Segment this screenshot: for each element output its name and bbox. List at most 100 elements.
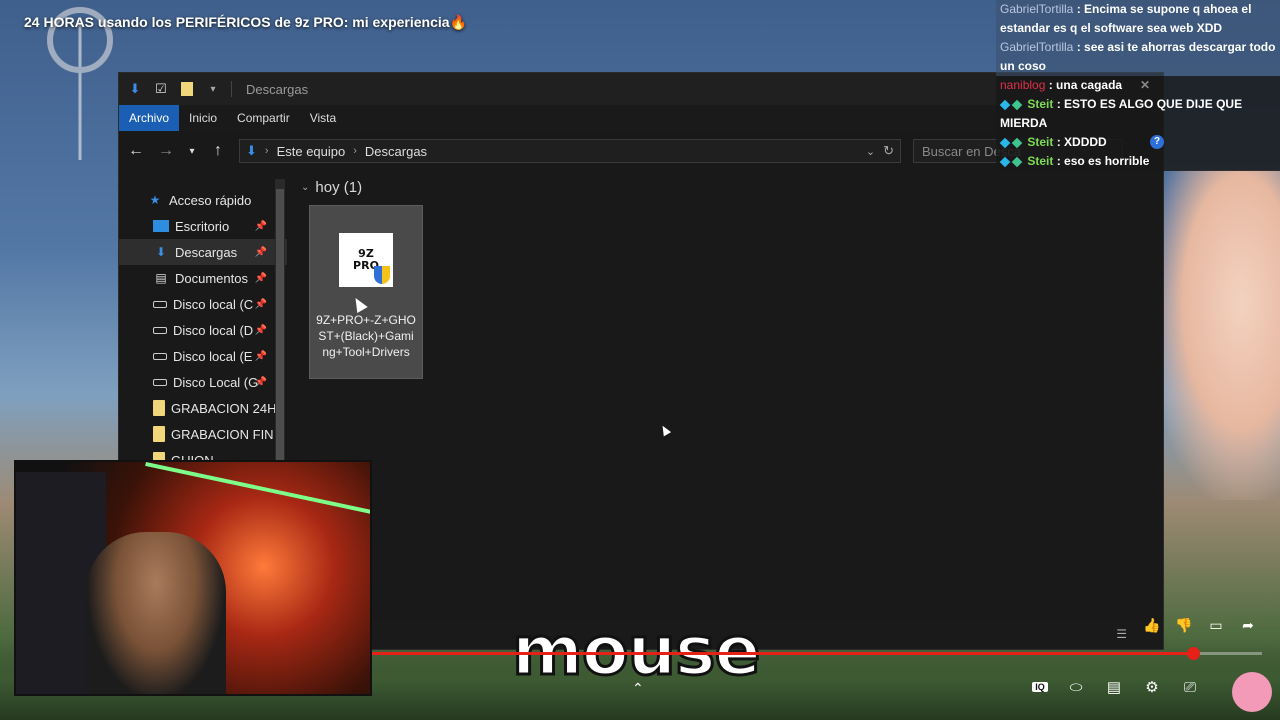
nav-item-escritorio[interactable]: Escritorio 📌 (119, 213, 287, 239)
moderator-badge-icon (1011, 99, 1023, 111)
shield-icon (374, 266, 390, 284)
nav-item-disco-d[interactable]: Disco local (D 📌 (119, 317, 287, 343)
subscriber-badge-icon (999, 156, 1011, 168)
nav-item-disco-e[interactable]: Disco local (E 📌 (119, 343, 287, 369)
chat-text: eso es horrible (1064, 154, 1150, 168)
cast-icon[interactable]: ⎚ (1180, 679, 1200, 696)
desktop-folder-icon (153, 220, 169, 232)
breadcrumb-este-equipo[interactable]: Este equipo (277, 144, 346, 159)
drive-icon (153, 300, 167, 308)
cloud-decoration (1150, 170, 1280, 500)
properties-icon[interactable]: ☑ (153, 81, 169, 97)
subscriber-badge-icon (999, 137, 1011, 149)
chat-username[interactable]: GabrielTortilla (1000, 40, 1073, 54)
new-folder-icon[interactable] (179, 81, 195, 97)
chat-text: una cagada (1056, 78, 1123, 92)
folder-icon (153, 426, 165, 442)
drive-icon (153, 378, 167, 386)
mouse-cursor-icon (658, 423, 672, 437)
video-title[interactable]: 24 HORAS usando los PERIFÉRICOS de 9z PR… (24, 14, 467, 31)
chat-username[interactable]: Steit (1027, 154, 1053, 168)
forward-arrow-icon[interactable]: → (157, 142, 175, 160)
scrollbar-thumb[interactable] (276, 189, 284, 469)
pin-icon[interactable]: 📌 (255, 325, 267, 336)
chat-username[interactable]: GabrielTortilla (1000, 2, 1073, 16)
pin-icon[interactable]: 📌 (255, 351, 267, 362)
nav-item-label: GRABACION FIN (171, 426, 274, 442)
video-actions: 👍 👎 ▭ ➦ (1142, 617, 1258, 634)
tab-vista[interactable]: Vista (300, 105, 346, 131)
help-icon[interactable]: ? (1150, 135, 1164, 149)
nav-item-documentos[interactable]: ▤ Documentos 📌 (119, 265, 287, 291)
comment-icon[interactable]: ▭ (1206, 617, 1226, 634)
progress-fill (372, 652, 1194, 655)
nav-item-label: Acceso rápido (169, 192, 252, 208)
nav-item-label: Escritorio (175, 218, 230, 234)
settings-gear-icon[interactable]: ⚙ (1142, 678, 1162, 696)
drive-icon (153, 326, 167, 334)
nav-item-descargas[interactable]: ⬇ Descargas 📌 (119, 239, 287, 265)
dislike-icon[interactable]: 👎 (1174, 617, 1194, 634)
chat-text: XDDDD (1064, 135, 1107, 149)
nav-item-grabacion-fin[interactable]: GRABACION FIN (119, 421, 287, 447)
chat-username[interactable]: Steit (1027, 135, 1053, 149)
webcam-overlay (14, 460, 372, 696)
subtitles-icon[interactable]: ▤ (1104, 678, 1124, 696)
document-icon: ▤ (155, 271, 167, 285)
close-icon[interactable]: ✕ (1140, 76, 1150, 95)
breadcrumb-descargas[interactable]: Descargas (365, 144, 427, 159)
chat-message: Steit : XDDDD ? (996, 133, 1280, 152)
live-chat-overlay: GabrielTortilla : Encima se supone q aho… (996, 0, 1280, 171)
folder-icon (153, 400, 165, 416)
download-arrow-icon[interactable]: ⬇ (127, 81, 143, 97)
nav-item-disco-c[interactable]: Disco local (C 📌 (119, 291, 287, 317)
back-arrow-icon[interactable]: ← (127, 142, 145, 160)
breadcrumb-separator-icon[interactable]: › (265, 145, 269, 157)
tab-compartir[interactable]: Compartir (227, 105, 300, 131)
share-icon[interactable]: ➦ (1238, 617, 1258, 634)
kirby-avatar-icon (1232, 672, 1272, 712)
details-view-icon[interactable]: ☰ (1116, 627, 1127, 641)
group-header-label: hoy (1) (315, 179, 363, 196)
pin-icon[interactable]: 📌 (255, 377, 267, 388)
moderator-badge-icon (1011, 137, 1023, 149)
pin-icon[interactable]: 📌 (255, 247, 267, 258)
pin-icon[interactable]: 📌 (255, 273, 267, 284)
nav-item-label: Disco local (E (173, 348, 253, 364)
nav-item-grabacion-24h[interactable]: GRABACION 24H (119, 395, 287, 421)
pin-icon[interactable]: 📌 (255, 299, 267, 310)
nav-item-label: Disco local (C (173, 296, 254, 312)
file-item[interactable]: 9Z PRO 9Z+PRO+-Z+GHOST+(Black)+Gaming+To… (309, 205, 423, 379)
chat-message: GabrielTortilla : Encima se supone q aho… (996, 0, 1280, 38)
file-list: ⌄ hoy (1) 9Z PRO 9Z+PRO+-Z+GHOST+(Black)… (287, 171, 1163, 621)
chat-message: naniblog : una cagada ✕ (996, 76, 1280, 95)
chat-message: GabrielTortilla : see asi te ahorras des… (996, 38, 1280, 76)
tab-inicio[interactable]: Inicio (179, 105, 227, 131)
up-arrow-icon[interactable]: ↑ (209, 142, 227, 160)
recent-locations-chevron-icon[interactable]: ▾ (187, 146, 197, 157)
drive-icon (153, 352, 167, 360)
chevron-down-icon[interactable]: ⌄ (301, 182, 309, 193)
address-bar[interactable]: ⬇ › Este equipo › Descargas ⌄ ↻ (239, 139, 901, 163)
refresh-icon[interactable]: ↻ (883, 143, 894, 159)
pin-icon[interactable]: 📌 (255, 221, 267, 232)
nav-item-disco-g[interactable]: Disco Local (G 📌 (119, 369, 287, 395)
like-icon[interactable]: 👍 (1142, 617, 1162, 634)
address-dropdown-icon[interactable]: ⌄ (866, 145, 875, 158)
progress-bar[interactable] (372, 647, 1262, 660)
nav-item-label: Documentos (175, 270, 248, 286)
chat-username[interactable]: naniblog (1000, 78, 1045, 92)
breadcrumb-separator-icon[interactable]: › (353, 145, 357, 157)
chat-message: Steit : eso es horrible (996, 152, 1280, 171)
quick-access-dropdown-icon[interactable]: ▾ (205, 81, 221, 97)
nav-item-label: Disco Local (G (173, 374, 259, 390)
file-name: 9Z+PRO+-Z+GHOST+(Black)+Gaming+Tool+Driv… (316, 313, 416, 359)
chat-username[interactable]: Steit (1027, 97, 1053, 111)
download-icon: ⬇ (155, 245, 167, 259)
iq-icon[interactable]: IQ (1032, 682, 1048, 692)
nav-item-acceso-rapido[interactable]: ★ Acceso rápido (119, 187, 287, 213)
group-header[interactable]: ⌄ hoy (1) (301, 179, 362, 196)
tab-archivo[interactable]: Archivo (119, 105, 180, 131)
chevron-up-icon[interactable]: ⌃ (632, 680, 644, 697)
autoplay-toggle-icon[interactable]: ⬭ (1066, 679, 1086, 696)
